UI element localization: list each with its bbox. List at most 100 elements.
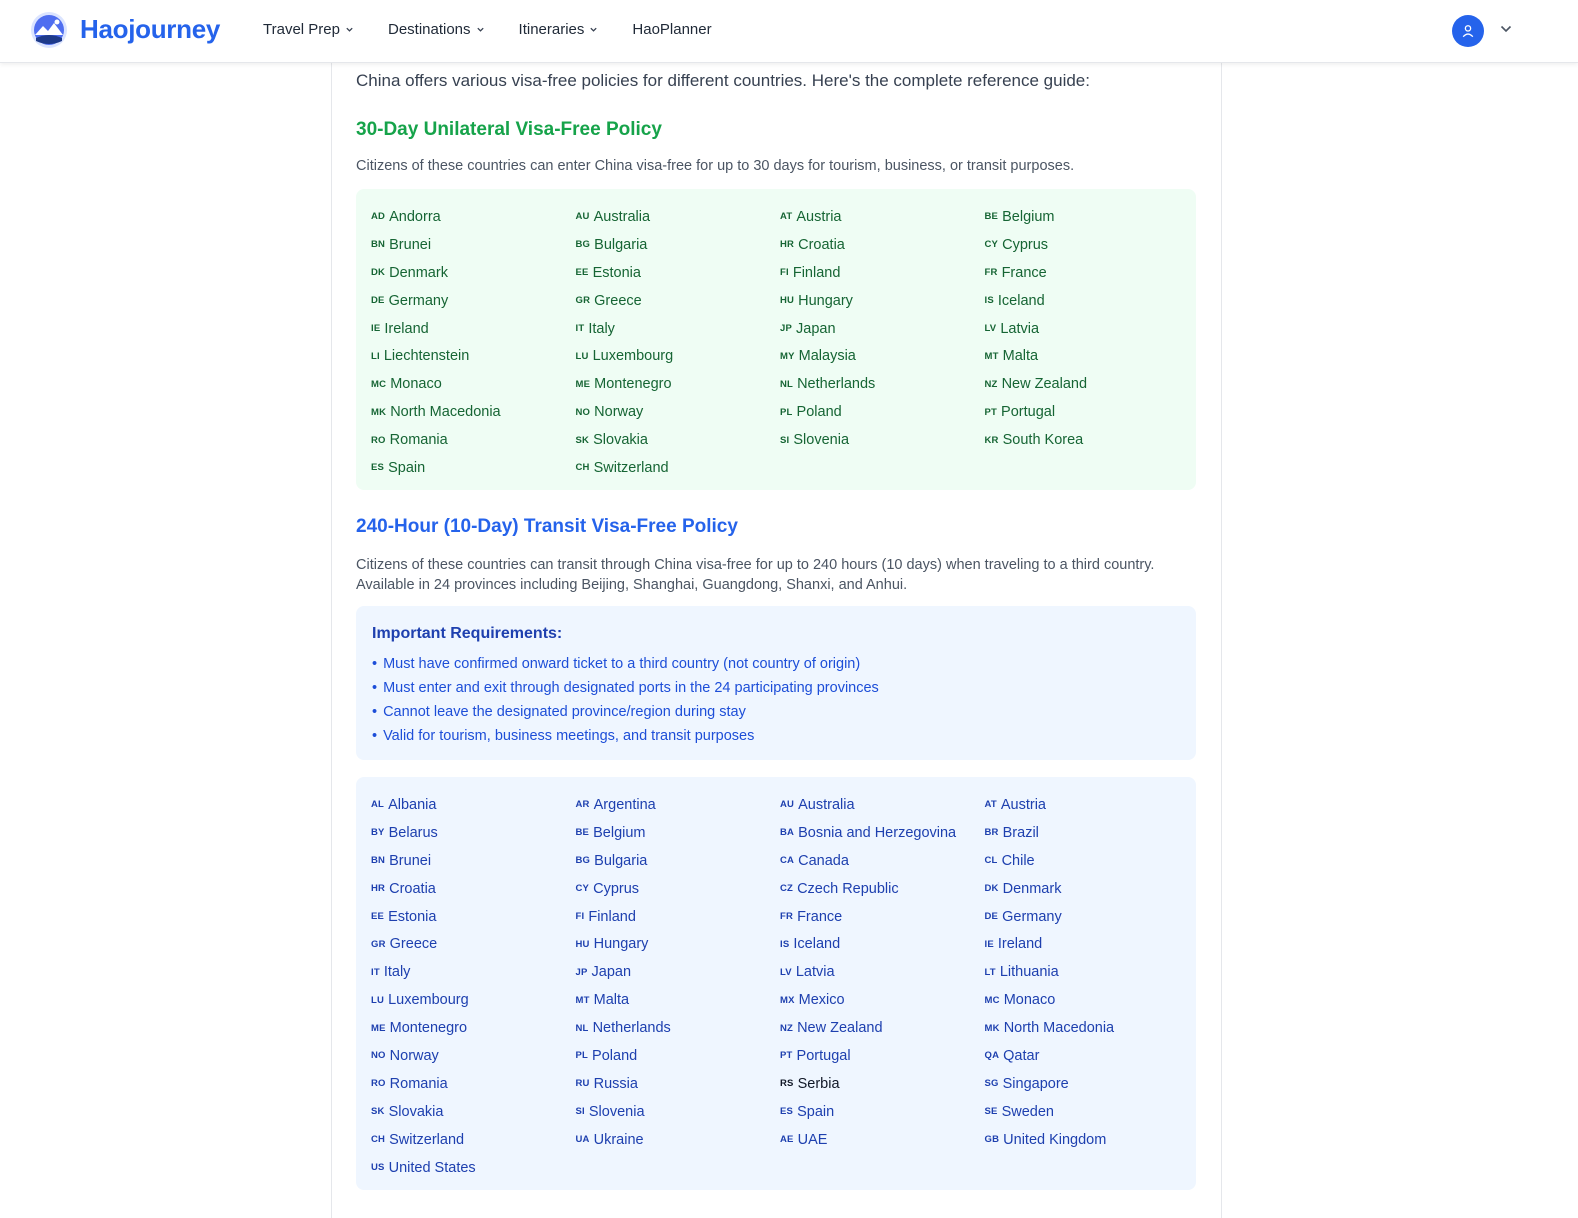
country-item[interactable]: MC Monaco xyxy=(985,986,1190,1014)
country-item[interactable]: PL Poland xyxy=(576,1042,781,1070)
country-item[interactable]: LU Luxembourg xyxy=(371,986,576,1014)
country-item[interactable]: NZ New Zealand xyxy=(780,1014,985,1042)
country-item[interactable]: SI Slovenia xyxy=(780,426,985,454)
country-item[interactable]: NL Netherlands xyxy=(780,370,985,398)
country-item[interactable]: PT Portugal xyxy=(985,398,1190,426)
user-avatar-button[interactable] xyxy=(1452,15,1484,47)
brand-name[interactable]: Haojourney xyxy=(80,14,220,45)
country-item[interactable]: FR France xyxy=(780,903,985,931)
country-item[interactable]: DE Germany xyxy=(985,903,1190,931)
country-item[interactable]: PL Poland xyxy=(780,398,985,426)
nav-destinations[interactable]: Destinations xyxy=(388,21,485,38)
country-item[interactable]: CA Canada xyxy=(780,847,985,875)
country-item[interactable]: ES Spain xyxy=(780,1098,985,1126)
country-item[interactable]: EE Estonia xyxy=(576,259,781,287)
country-item[interactable]: MT Malta xyxy=(576,986,781,1014)
country-item[interactable]: JP Japan xyxy=(576,958,781,986)
country-item[interactable]: CZ Czech Republic xyxy=(780,875,985,903)
country-item[interactable]: BY Belarus xyxy=(371,819,576,847)
country-item[interactable]: AT Austria xyxy=(985,791,1190,819)
country-item[interactable]: AT Austria xyxy=(780,203,985,231)
country-item[interactable]: KR South Korea xyxy=(985,426,1190,454)
country-item[interactable]: MK North Macedonia xyxy=(371,398,576,426)
country-item[interactable]: GB United Kingdom xyxy=(985,1126,1190,1154)
country-item[interactable]: LI Liechtenstein xyxy=(371,342,576,370)
country-item[interactable]: HU Hungary xyxy=(780,287,985,315)
country-item[interactable]: AU Australia xyxy=(780,791,985,819)
country-item[interactable]: BG Bulgaria xyxy=(576,847,781,875)
country-item[interactable]: BG Bulgaria xyxy=(576,231,781,259)
country-item[interactable]: NO Norway xyxy=(576,398,781,426)
country-item[interactable]: BE Belgium xyxy=(985,203,1190,231)
country-item[interactable]: SI Slovenia xyxy=(576,1098,781,1126)
country-item[interactable]: HU Hungary xyxy=(576,930,781,958)
country-item[interactable]: RS Serbia xyxy=(780,1070,985,1098)
country-item[interactable]: UA Ukraine xyxy=(576,1126,781,1154)
country-item[interactable]: AE UAE xyxy=(780,1126,985,1154)
country-item[interactable]: BE Belgium xyxy=(576,819,781,847)
country-item[interactable]: MX Mexico xyxy=(780,986,985,1014)
country-item[interactable]: IE Ireland xyxy=(371,315,576,343)
country-item[interactable]: MY Malaysia xyxy=(780,342,985,370)
country-item[interactable]: BN Brunei xyxy=(371,847,576,875)
country-item[interactable]: ME Montenegro xyxy=(576,370,781,398)
country-item[interactable]: CH Switzerland xyxy=(576,454,781,482)
country-item[interactable]: NO Norway xyxy=(371,1042,576,1070)
mountain-logo-icon[interactable] xyxy=(30,11,68,49)
country-item[interactable]: SG Singapore xyxy=(985,1070,1190,1098)
country-item[interactable]: SK Slovakia xyxy=(576,426,781,454)
country-item[interactable]: DK Denmark xyxy=(371,259,576,287)
country-item[interactable]: FR France xyxy=(985,259,1190,287)
country-item[interactable]: DE Germany xyxy=(371,287,576,315)
country-item[interactable]: IS Iceland xyxy=(985,287,1190,315)
country-item[interactable]: CY Cyprus xyxy=(985,231,1190,259)
country-item[interactable]: FI Finland xyxy=(780,259,985,287)
country-item[interactable]: SE Sweden xyxy=(985,1098,1190,1126)
nav-travel-prep[interactable]: Travel Prep xyxy=(263,21,354,38)
country-item[interactable]: BA Bosnia and Herzegovina xyxy=(780,819,985,847)
country-item[interactable]: CH Switzerland xyxy=(371,1126,576,1154)
country-item[interactable]: IT Italy xyxy=(371,958,576,986)
country-item[interactable]: IT Italy xyxy=(576,315,781,343)
country-item[interactable]: BR Brazil xyxy=(985,819,1190,847)
country-item[interactable]: ES Spain xyxy=(371,454,576,482)
country-item[interactable]: US United States xyxy=(371,1154,576,1182)
country-item[interactable]: NL Netherlands xyxy=(576,1014,781,1042)
chevron-down-icon[interactable] xyxy=(1499,22,1513,36)
country-item[interactable]: MK North Macedonia xyxy=(985,1014,1190,1042)
country-item[interactable]: LU Luxembourg xyxy=(576,342,781,370)
country-item[interactable]: RU Russia xyxy=(576,1070,781,1098)
country-item[interactable]: IE Ireland xyxy=(985,930,1190,958)
policy-30-day-description: Citizens of these countries can enter Ch… xyxy=(356,158,1075,174)
country-item[interactable]: IS Iceland xyxy=(780,930,985,958)
country-item[interactable]: GR Greece xyxy=(371,930,576,958)
country-item[interactable]: EE Estonia xyxy=(371,903,576,931)
country-item[interactable]: HR Croatia xyxy=(780,231,985,259)
country-item[interactable]: MC Monaco xyxy=(371,370,576,398)
country-item[interactable]: RO Romania xyxy=(371,426,576,454)
country-item[interactable]: AU Australia xyxy=(576,203,781,231)
country-item[interactable]: LV Latvia xyxy=(780,958,985,986)
nav-itineraries[interactable]: Itineraries xyxy=(519,21,599,38)
country-item[interactable]: QA Qatar xyxy=(985,1042,1190,1070)
country-item[interactable]: ME Montenegro xyxy=(371,1014,576,1042)
country-item[interactable]: AL Albania xyxy=(371,791,576,819)
country-item[interactable]: FI Finland xyxy=(576,903,781,931)
country-item[interactable]: NZ New Zealand xyxy=(985,370,1190,398)
country-item[interactable]: LV Latvia xyxy=(985,315,1190,343)
country-item[interactable]: LT Lithuania xyxy=(985,958,1190,986)
country-item[interactable]: AR Argentina xyxy=(576,791,781,819)
country-item[interactable]: AD Andorra xyxy=(371,203,576,231)
country-item[interactable]: JP Japan xyxy=(780,315,985,343)
country-item[interactable]: CL Chile xyxy=(985,847,1190,875)
country-item[interactable]: BN Brunei xyxy=(371,231,576,259)
country-item[interactable]: CY Cyprus xyxy=(576,875,781,903)
country-item[interactable]: DK Denmark xyxy=(985,875,1190,903)
country-item[interactable]: MT Malta xyxy=(985,342,1190,370)
country-item[interactable]: PT Portugal xyxy=(780,1042,985,1070)
country-item[interactable]: GR Greece xyxy=(576,287,781,315)
country-item[interactable]: HR Croatia xyxy=(371,875,576,903)
country-item[interactable]: RO Romania xyxy=(371,1070,576,1098)
nav-haoplanner[interactable]: HaoPlanner xyxy=(632,21,711,38)
country-item[interactable]: SK Slovakia xyxy=(371,1098,576,1126)
